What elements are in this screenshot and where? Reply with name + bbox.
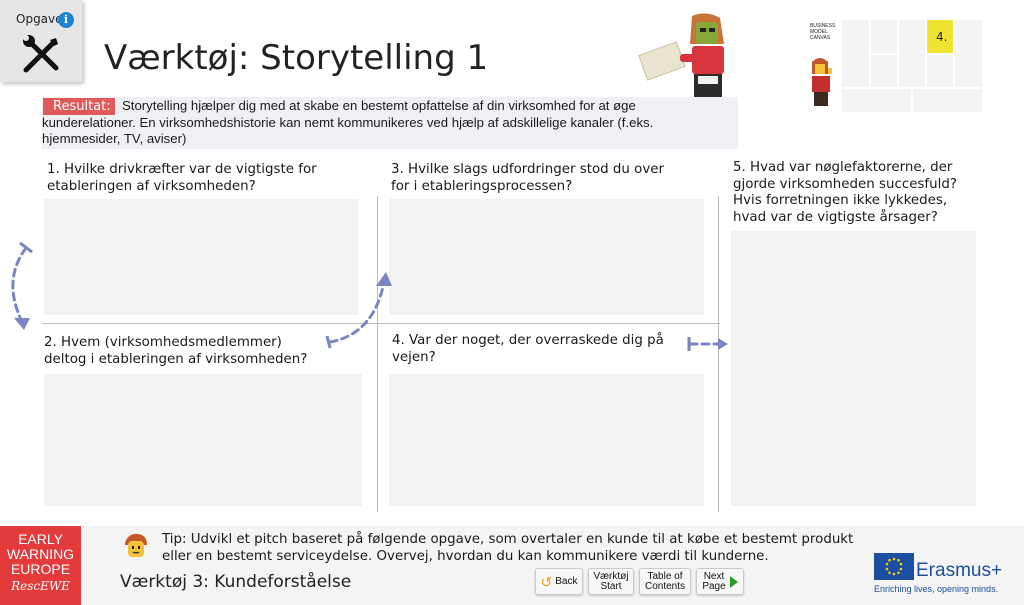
tip-character-icon — [125, 533, 147, 557]
next-page-button[interactable]: Next Page — [696, 568, 744, 595]
table-of-contents-button[interactable]: Table of Contents — [639, 568, 691, 595]
arrow-q1-to-q2 — [11, 246, 28, 324]
early-warning-europe-logo: EARLY WARNING EUROPE RescEWE — [0, 526, 81, 605]
back-arrow-icon: ↺ — [540, 573, 553, 590]
arrow-q2-to-q3 — [328, 280, 386, 344]
play-arrow-icon — [729, 575, 738, 588]
back-button[interactable]: ↺ Back — [535, 568, 583, 595]
footer-section-title: Værktøj 3: Kundeforståelse — [120, 572, 352, 592]
erasmus-tagline: Enriching lives, opening minds. — [874, 584, 999, 594]
tool-start-button[interactable]: Værktøj Start — [588, 568, 634, 595]
flow-arrows — [11, 241, 728, 351]
erasmus-logo-text: Erasmus+ — [916, 560, 1003, 581]
tip-text: Tip: Udvikl et pitch baseret på følgende… — [162, 532, 854, 564]
eu-flag-icon — [874, 553, 914, 580]
